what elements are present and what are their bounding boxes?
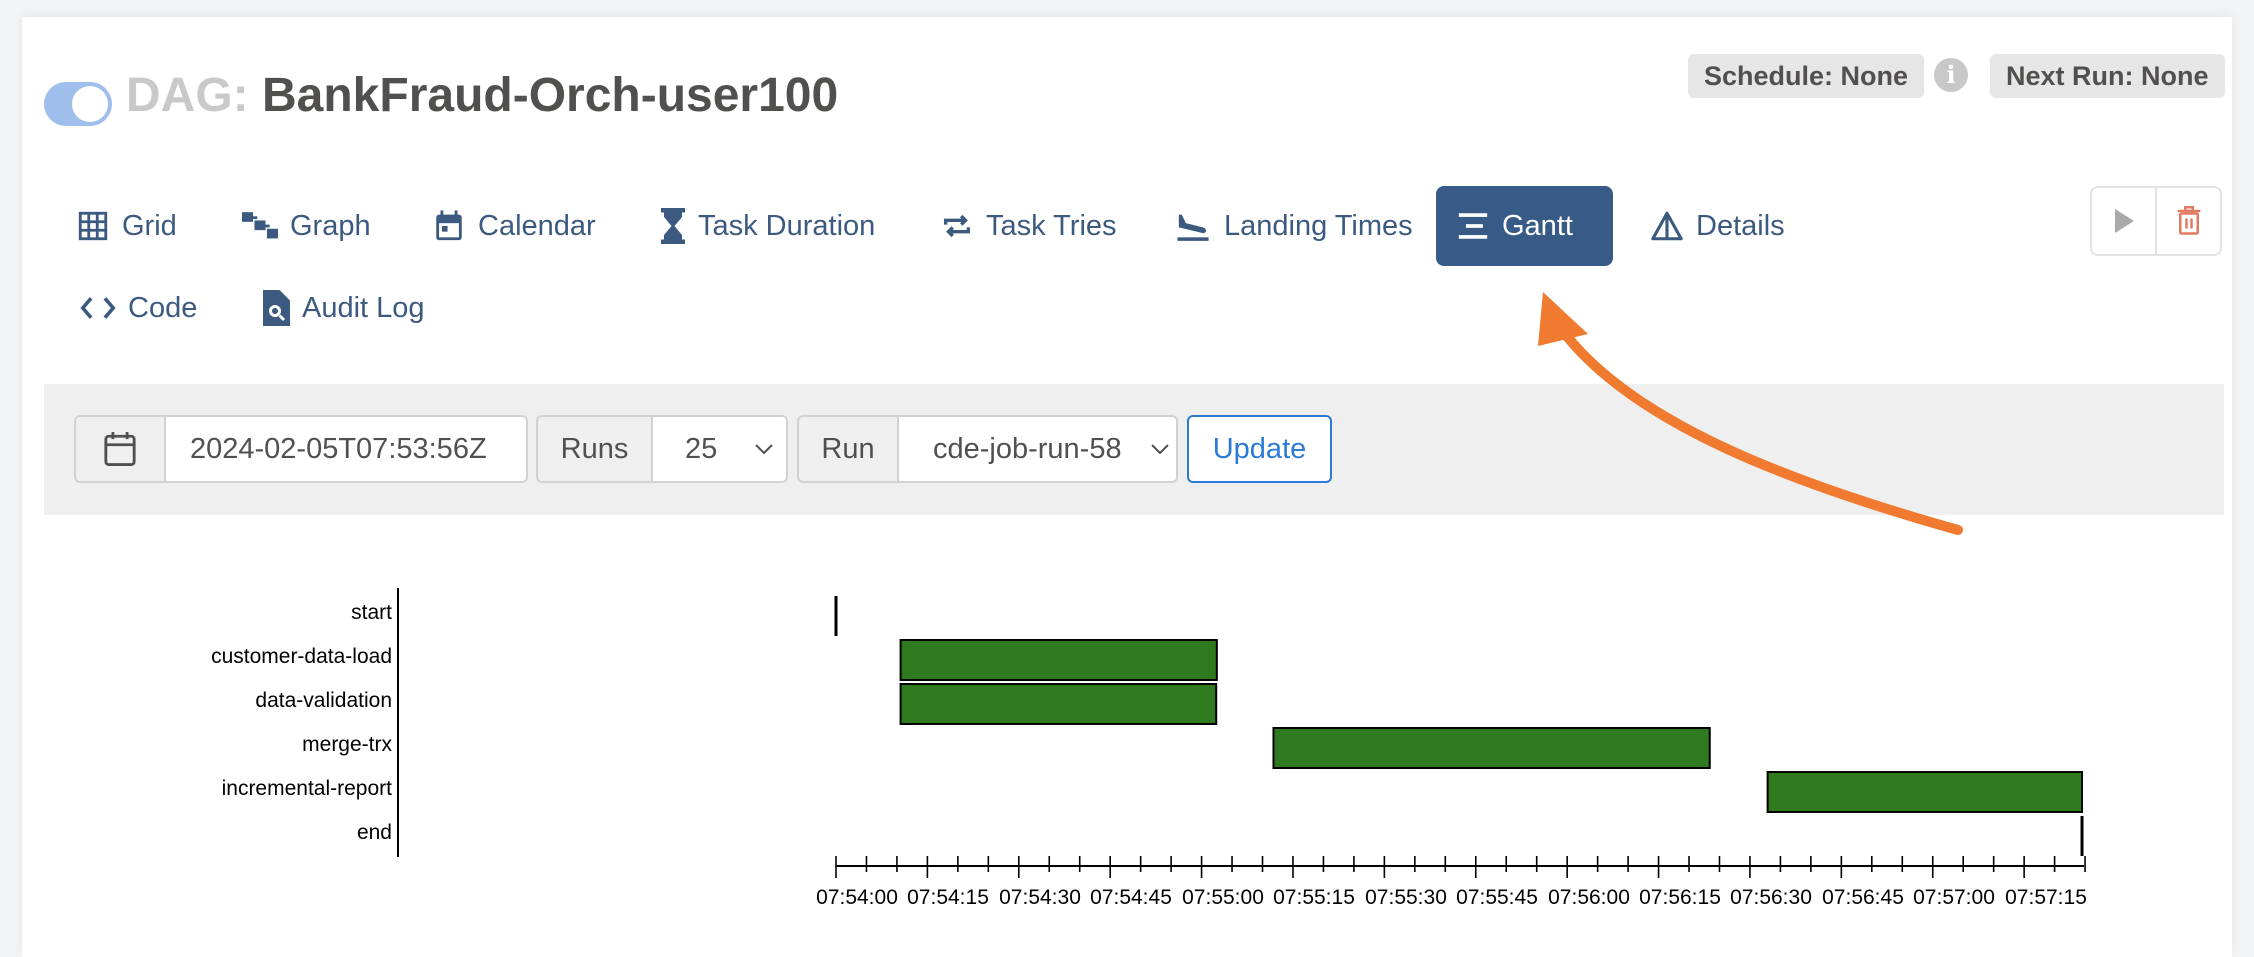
tick-label: 07:56:45 bbox=[1822, 886, 1904, 909]
tick-label: 07:54:00 bbox=[816, 886, 898, 909]
tick-label: 07:54:15 bbox=[907, 886, 989, 909]
tick-label: 07:55:45 bbox=[1456, 886, 1538, 909]
gantt-bar-incremental-report[interactable] bbox=[1766, 771, 2084, 813]
tick-label: 07:55:15 bbox=[1273, 886, 1355, 909]
gantt-bar-merge-trx[interactable] bbox=[1272, 727, 1711, 769]
tick-label: 07:55:30 bbox=[1365, 886, 1447, 909]
tick-label: 07:55:00 bbox=[1182, 886, 1264, 909]
tick-label: 07:56:30 bbox=[1730, 886, 1812, 909]
tick-label: 07:57:00 bbox=[1913, 886, 1995, 909]
gantt-bar-data-validation[interactable] bbox=[899, 683, 1218, 725]
tick-label: 07:54:45 bbox=[1090, 886, 1172, 909]
tick-label: 07:57:15 bbox=[2005, 886, 2087, 909]
tick-label: 07:56:00 bbox=[1548, 886, 1630, 909]
tick-label: 07:54:30 bbox=[999, 886, 1081, 909]
tick-label: 07:56:15 bbox=[1639, 886, 1721, 909]
gantt-plot bbox=[397, 588, 2086, 878]
gantt-bar-customer-data-load[interactable] bbox=[899, 639, 1218, 681]
